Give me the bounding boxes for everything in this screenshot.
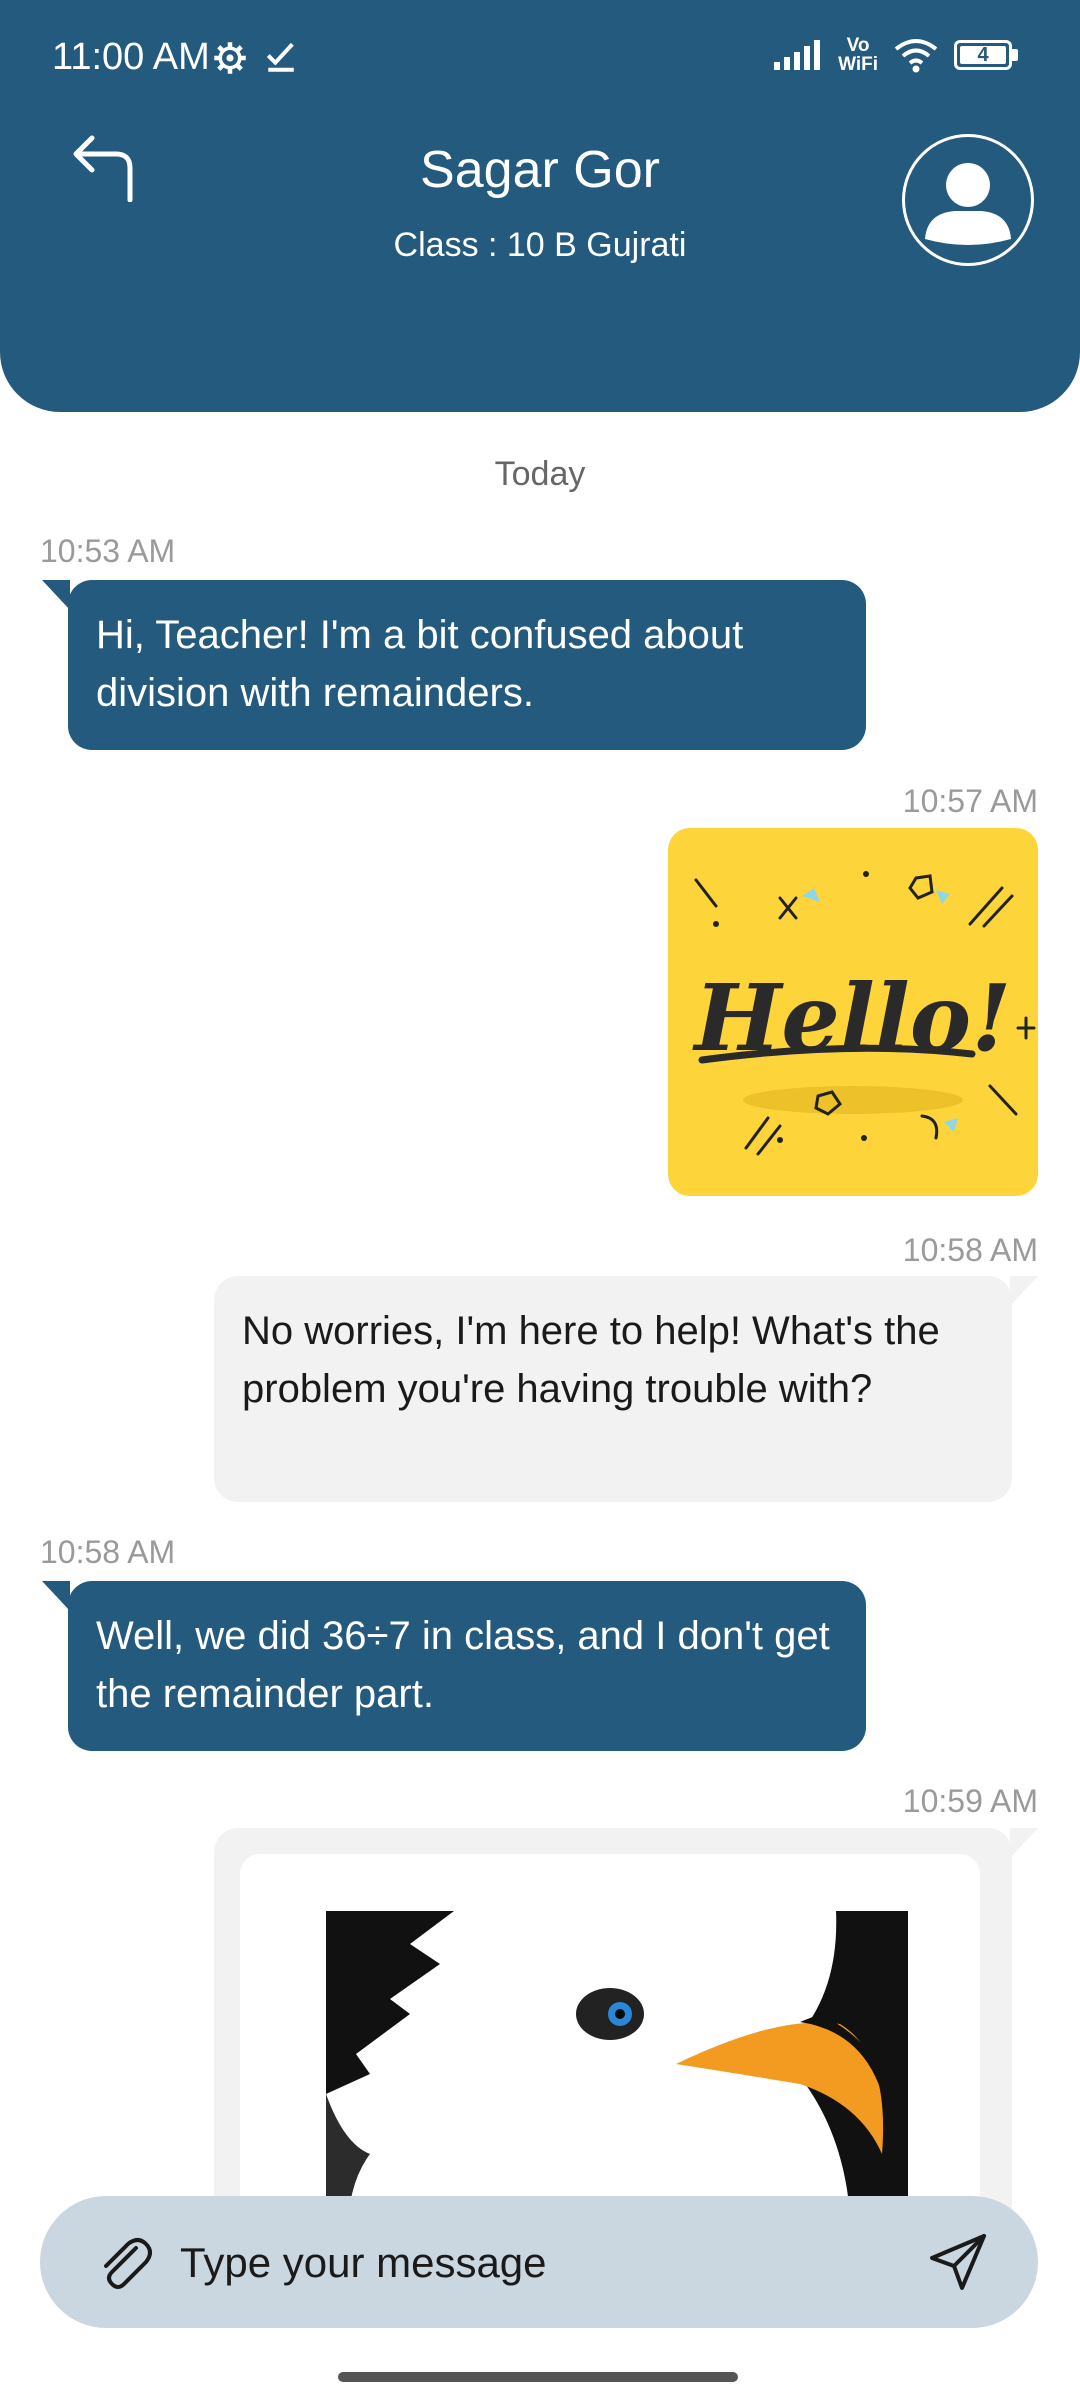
hello-sticker-art: Hello!: [691, 871, 1036, 1156]
vowifi-label: Vo WiFi: [838, 36, 878, 74]
vowifi-top: Vo: [846, 35, 870, 56]
message-time: 10:57 AM: [902, 783, 1038, 819]
send-icon[interactable]: [926, 2230, 990, 2294]
avatar[interactable]: [902, 134, 1034, 266]
settings-icon: [214, 42, 246, 74]
message-bubble[interactable]: Hi, Teacher! I'm a bit confused about di…: [68, 580, 866, 750]
signal-icon: [774, 40, 821, 70]
message-time: 10:58 AM: [40, 1534, 176, 1570]
message-text: Well, we did 36÷7 in class, and I don't …: [96, 1614, 830, 1716]
bubble-tail: [1010, 1276, 1038, 1306]
image-message-bubble[interactable]: [214, 1828, 1012, 2274]
date-separator: Today: [494, 455, 586, 493]
message-text: Hi, Teacher! I'm a bit confused about di…: [96, 613, 744, 715]
message-time: 10:59 AM: [902, 1783, 1038, 1819]
status-time: 11:00 AM: [52, 36, 210, 78]
battery-icon: 4: [954, 40, 1020, 70]
home-indicator[interactable]: [338, 2372, 738, 2382]
message-composer: [40, 2196, 1038, 2328]
bubble-tail: [42, 1581, 70, 1611]
message-input[interactable]: [178, 2226, 922, 2300]
message-bubble[interactable]: No worries, I'm here to help! What's the…: [214, 1276, 1012, 1502]
chat-header: 11:00 AM Vo WiFi 4 Sagar Gor Class: 10 …: [0, 0, 1080, 412]
bubble-tail: [42, 580, 70, 610]
message-time: 10:58 AM: [902, 1232, 1038, 1268]
hello-sticker-image[interactable]: Hello!: [668, 828, 1038, 1196]
user-icon: [925, 163, 1011, 245]
wifi-icon: [894, 39, 938, 73]
message-time: 10:53 AM: [40, 533, 176, 569]
status-icons-right: Vo WiFi 4: [774, 36, 1020, 74]
battery-level: 4: [977, 44, 989, 66]
status-icons-left: [212, 40, 298, 76]
vowifi-bottom: WiFi: [838, 54, 878, 75]
bubble-tail: [1010, 1828, 1038, 1858]
paperclip-icon[interactable]: [92, 2230, 156, 2294]
message-bubble[interactable]: Well, we did 36÷7 in class, and I don't …: [68, 1581, 866, 1751]
check-icon: [266, 42, 294, 72]
message-text: No worries, I'm here to help! What's the…: [242, 1309, 940, 1411]
